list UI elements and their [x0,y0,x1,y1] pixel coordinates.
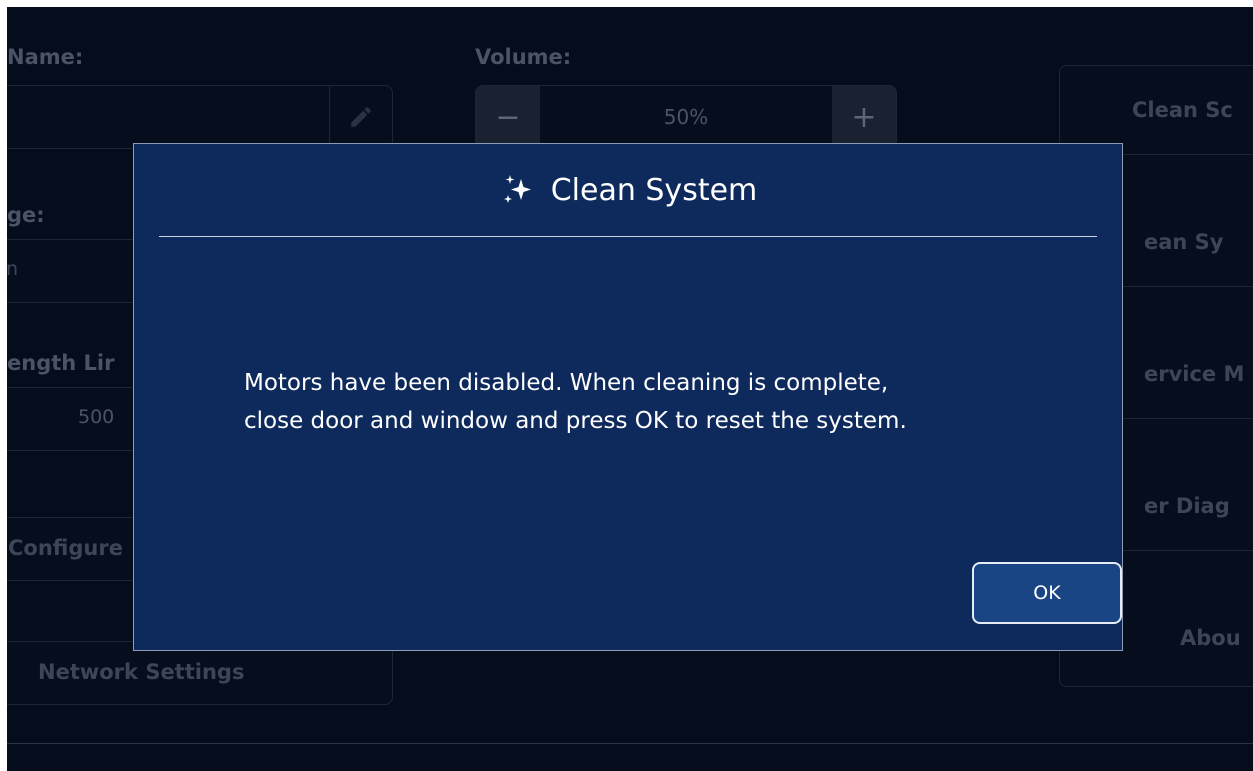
app-window: Name: Volume: − 50% + ge: n ength Lir 50… [7,7,1253,771]
clean-system-dialog: Clean System Motors have been disabled. … [133,143,1123,651]
name-input[interactable] [7,85,393,149]
network-settings-label: Network Settings [38,660,245,684]
pencil-icon[interactable] [329,86,392,148]
bottom-divider [7,743,1253,744]
volume-plus-button[interactable]: + [832,86,896,148]
volume-value: 50% [663,105,709,129]
configure-button-label: Configure [8,536,123,560]
dialog-message-line-1: Motors have been disabled. When cleaning… [244,370,889,396]
menu-item-clean-schedule[interactable]: Clean Sc [1060,66,1253,155]
dialog-message-line-2: close door and window and press OK to re… [244,408,907,434]
sparkle-icon [499,171,537,209]
name-label: Name: [7,45,84,69]
length-value: 500 [78,406,115,428]
volume-stepper: − 50% + [475,85,897,149]
age-label: ge: [7,203,45,227]
volume-minus-button[interactable]: − [476,86,540,148]
volume-label: Volume: [475,45,572,69]
length-label: ength Lir [7,351,115,375]
dialog-header: Clean System [134,170,1122,210]
age-value: n [7,258,19,280]
dialog-divider [159,236,1097,237]
ok-button[interactable]: OK [972,562,1122,624]
dialog-message: Motors have been disabled. When cleaning… [244,364,1062,440]
dialog-title: Clean System [550,172,758,208]
